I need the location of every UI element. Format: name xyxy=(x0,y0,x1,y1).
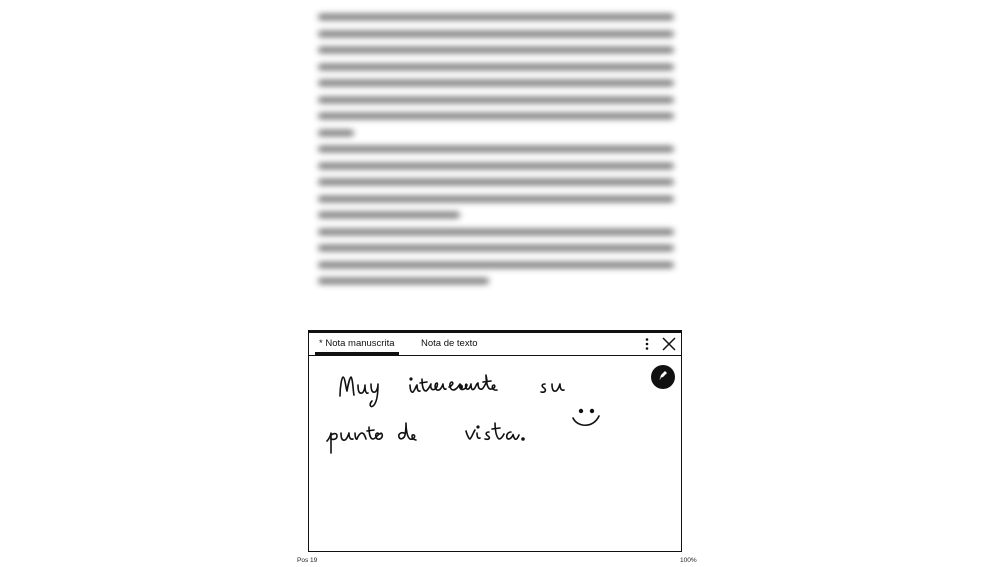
kebab-menu-icon[interactable] xyxy=(643,337,651,351)
tab-text-note[interactable]: Nota de texto xyxy=(419,333,480,354)
note-tab-bar: * Nota manuscrita Nota de texto xyxy=(309,333,681,356)
paragraph xyxy=(318,14,674,136)
paragraph xyxy=(318,146,674,218)
handwritten-note-panel: * Nota manuscrita Nota de texto xyxy=(308,330,682,552)
pen-tool-button[interactable] xyxy=(651,365,675,389)
pen-icon xyxy=(657,368,669,386)
close-icon[interactable] xyxy=(661,336,677,352)
location-indicator: Pos 19 xyxy=(297,557,318,564)
paragraph xyxy=(318,228,674,284)
handwriting-canvas[interactable] xyxy=(309,355,681,551)
blurred-page-text xyxy=(318,14,674,295)
tab-handwritten-note[interactable]: * Nota manuscrita xyxy=(315,333,399,355)
reading-progress: 100% xyxy=(680,557,697,564)
handwritten-strokes xyxy=(326,374,600,454)
